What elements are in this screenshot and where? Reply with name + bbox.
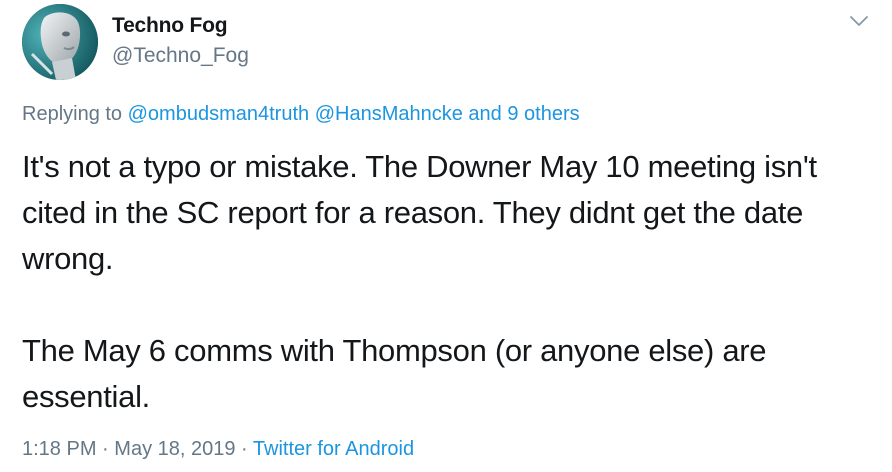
meta-separator: ·	[102, 438, 109, 460]
tweet-paragraph: The May 6 comms with Thompson (or anyone…	[22, 333, 767, 414]
tweet-paragraph: It's not a typo or mistake. The Downer M…	[22, 149, 817, 276]
mention-others[interactable]: and 9 others	[468, 103, 579, 125]
tweet-card: Techno Fog @Techno_Fog Replying to @ombu…	[0, 0, 892, 472]
replying-to: Replying to @ombudsman4truth @HansMahnck…	[22, 103, 580, 126]
mention-hansmahncke[interactable]: @HansMahncke	[315, 103, 463, 125]
chevron-down-icon[interactable]	[846, 8, 872, 34]
tweet-source-link[interactable]: Twitter for Android	[253, 438, 414, 460]
tweet-meta: 1:18 PM · May 18, 2019 · Twitter for And…	[22, 438, 414, 461]
replying-prefix: Replying to	[22, 103, 123, 125]
mention-ombudsman4truth[interactable]: @ombudsman4truth	[128, 103, 310, 125]
meta-separator: ·	[241, 438, 248, 460]
tweet-date[interactable]: May 18, 2019	[114, 438, 235, 460]
author-handle[interactable]: @Techno_Fog	[112, 44, 249, 68]
tweet-time[interactable]: 1:18 PM	[22, 438, 96, 460]
tweet-text: It's not a typo or mistake. The Downer M…	[22, 144, 882, 420]
author-name[interactable]: Techno Fog	[112, 14, 228, 38]
robot-face-icon	[22, 4, 98, 80]
avatar[interactable]	[22, 4, 98, 80]
